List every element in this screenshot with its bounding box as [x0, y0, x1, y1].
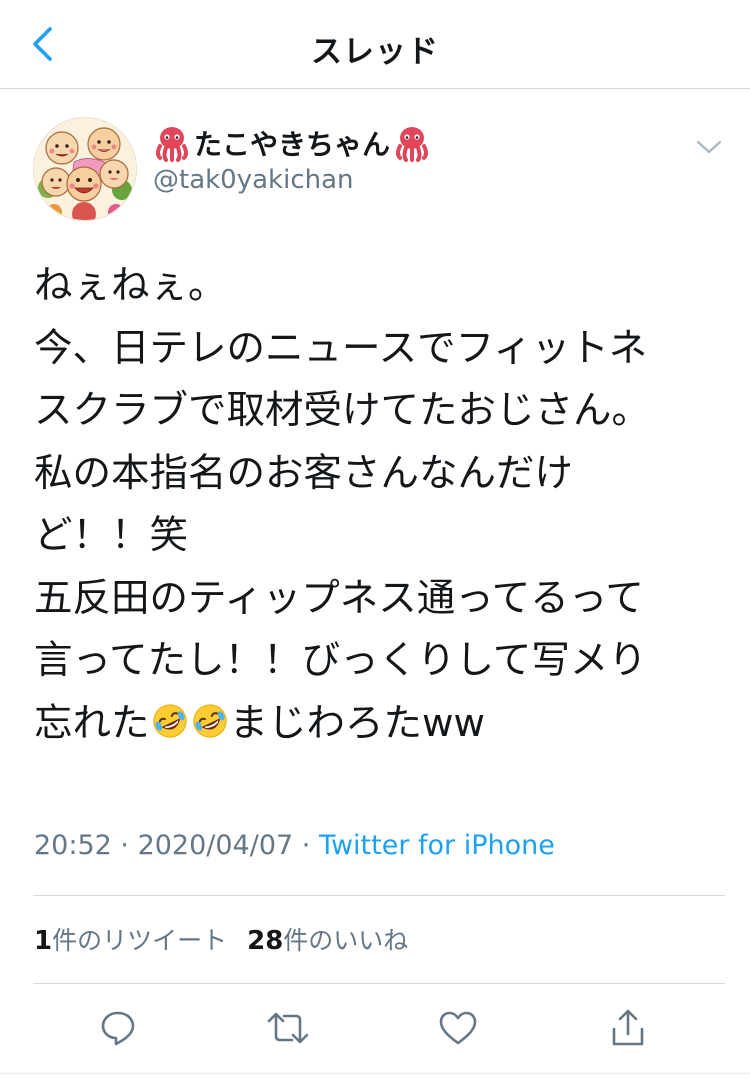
speech-bubble-icon: [101, 1011, 135, 1046]
tweet-actions: [0, 1004, 750, 1080]
navigation-header: スレッド: [0, 0, 750, 89]
octopus-emoji-icon: [156, 127, 188, 162]
tweet-line-last: 忘れた まじわろたww: [34, 701, 485, 746]
meta-separator: ·: [293, 830, 319, 861]
tweet-line-part: まじわろたww: [229, 700, 485, 746]
like-label: 件のいいね: [283, 926, 409, 955]
retweet-label: 件のリツイート: [52, 926, 228, 955]
page-title: スレッド: [311, 34, 439, 70]
retweet-icon: [267, 1012, 309, 1044]
divider: [33, 895, 725, 896]
tweet-line-part: 忘れた: [34, 700, 150, 746]
more-options-button[interactable]: [694, 135, 724, 159]
tweet-time: 20:52: [34, 830, 112, 861]
tweet-source-link[interactable]: Twitter for iPhone: [319, 830, 555, 861]
avatar[interactable]: [33, 117, 137, 221]
tweet-line: 私の本指名のお客さんなんだけ: [34, 450, 574, 496]
like-count: 28: [247, 926, 284, 956]
tweet-line: ど！！笑: [34, 513, 189, 558]
chevron-down-icon: [696, 140, 722, 154]
tweet-line: 言ってたし！！びっくりして写メり: [34, 638, 647, 683]
author-name-row[interactable]: たこやきちゃん: [152, 123, 432, 163]
tweet-line: 五反田のティップネス通ってるって: [34, 575, 644, 621]
tweet-date: 2020/04/07: [137, 830, 294, 861]
avatar-image: [34, 118, 136, 220]
tweet-line: 今、日テレのニュースでフィットネ: [34, 325, 648, 371]
reply-button[interactable]: [94, 1004, 142, 1052]
like-button[interactable]: [434, 1004, 482, 1052]
bottom-divider: [0, 1073, 750, 1074]
like-count-link[interactable]: 28 件のいいね: [247, 921, 408, 957]
tweet-stats: 1 件のリツイート 28 件のいいね: [34, 921, 408, 957]
retweet-count-link[interactable]: 1 件のリツイート: [34, 921, 227, 957]
user-handle[interactable]: @tak0yakichan: [153, 165, 354, 195]
tweet-line: ねぇねぇ。: [34, 263, 227, 308]
meta-separator: ·: [111, 830, 138, 861]
rolling-laughing-emoji-icon: [152, 703, 187, 738]
retweet-button[interactable]: [264, 1004, 312, 1052]
tweet-meta: 20:52 · 2020/04/07 · Twitter for iPhone: [34, 830, 555, 861]
divider: [33, 983, 725, 984]
display-name: たこやきちゃん: [194, 128, 391, 161]
tweet-line: スクラブで取材受けてたおじさん。: [34, 388, 651, 433]
retweet-count: 1: [34, 926, 53, 956]
octopus-emoji-icon: [396, 127, 429, 162]
rolling-laughing-emoji-icon: [192, 703, 227, 738]
tweet-text: ねぇねぇ。 今、日テレのニュースでフィットネ スクラブで取材受けてたおじさん。 …: [34, 255, 724, 755]
share-icon: [612, 1009, 644, 1046]
share-button[interactable]: [604, 1004, 652, 1052]
heart-icon: [439, 1011, 477, 1045]
